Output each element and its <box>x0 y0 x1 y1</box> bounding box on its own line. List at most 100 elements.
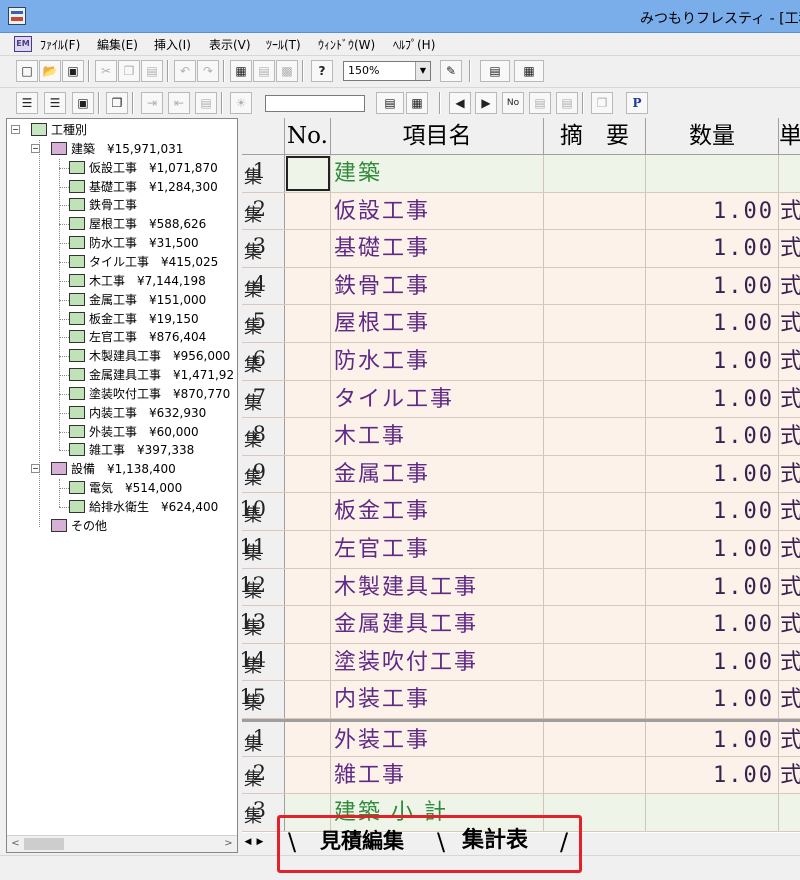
cell-item-name[interactable]: 金属建具工事 <box>331 606 544 643</box>
cell-item-name[interactable]: 外装工事 <box>331 722 544 756</box>
tree-item[interactable]: 板金工事 ¥19,150 <box>69 310 233 328</box>
header-no[interactable]: No. <box>285 118 331 155</box>
tree-item[interactable]: タイル工事 ¥415,025 <box>69 253 233 271</box>
cell-item-name[interactable]: 左官工事 <box>331 531 544 568</box>
cell-unit[interactable]: 式 <box>779 756 800 794</box>
tree-item[interactable]: 木製建具工事 ¥956,000 <box>69 347 233 365</box>
table-row[interactable]: 集 6 防水工事 1.00 式 <box>242 343 800 381</box>
row-header[interactable]: 集6 <box>242 343 285 380</box>
table-row[interactable]: 集 2 雑工事 1.00 式 <box>242 756 800 795</box>
cell-item-name[interactable]: 金属工事 <box>331 455 544 493</box>
cell-unit[interactable]: 式 <box>779 192 800 230</box>
cell-quantity[interactable]: 1.00 <box>646 756 779 794</box>
cell-no[interactable] <box>285 418 331 455</box>
tree-item[interactable]: 外装工事 ¥60,000 <box>69 423 233 441</box>
cell-item-name[interactable]: タイル工事 <box>331 380 544 418</box>
menu-edit[interactable]: 編集(E) <box>97 36 138 53</box>
cell-item-name[interactable]: 建築 <box>331 155 544 192</box>
cell-memo[interactable] <box>544 380 646 418</box>
menu-tools[interactable]: ﾂｰﾙ(T) <box>266 36 301 53</box>
table-row[interactable]: 集 3 建築 小 計 <box>242 794 800 832</box>
cell-quantity[interactable]: 1.00 <box>646 343 779 380</box>
cell-unit[interactable]: 式 <box>779 568 800 606</box>
cell-memo[interactable] <box>544 531 646 568</box>
cell-item-name[interactable]: 木工事 <box>331 418 544 455</box>
table-row[interactable]: 集 4 鉄骨工事 1.00 式 <box>242 267 800 306</box>
app-logo-icon[interactable] <box>8 7 26 25</box>
row-header[interactable]: 集1 <box>242 155 285 192</box>
cell-no[interactable] <box>285 643 331 681</box>
page-prev-icon[interactable]: ◀ <box>449 92 471 114</box>
row-header[interactable]: 集10 <box>242 493 285 530</box>
paste-icon[interactable]: ▤ <box>141 60 163 82</box>
row-header[interactable]: 集9 <box>242 455 285 493</box>
indent-icon[interactable]: ⇥ <box>141 92 163 114</box>
cell-quantity[interactable]: 1.00 <box>646 681 779 718</box>
row-header[interactable]: 集11 <box>242 531 285 568</box>
table-row[interactable]: 集14 塗装吹付工事 1.00式 <box>242 643 800 682</box>
row-header[interactable]: 集4 <box>242 267 285 305</box>
table-row[interactable]: 集 3 基礎工事 1.00 式 <box>242 230 800 268</box>
tree-item[interactable]: 給排水衛生 ¥624,400 <box>69 498 233 516</box>
new-file-icon[interactable]: □ <box>16 60 38 82</box>
cell-unit[interactable]: 式 <box>779 230 800 267</box>
cell-unit[interactable]: 式 <box>779 531 800 568</box>
cell-memo[interactable] <box>544 192 646 230</box>
zoom-select[interactable]: 150% ▼ <box>343 61 431 81</box>
document-menu-icon[interactable]: EM <box>14 36 32 52</box>
tree-horizontal-scrollbar[interactable]: < > <box>7 835 237 852</box>
cell-unit[interactable]: 式 <box>779 681 800 718</box>
tree-item[interactable]: 雑工事 ¥397,338 <box>69 441 233 459</box>
page-next-icon[interactable]: ▶ <box>475 92 497 114</box>
cell-no[interactable] <box>285 756 331 794</box>
cut-icon[interactable]: ✂ <box>95 60 117 82</box>
table-row[interactable]: 集 8 木工事 1.00 式 <box>242 418 800 456</box>
tree-item[interactable]: 左官工事 ¥876,404 <box>69 328 233 346</box>
cell-item-name[interactable]: 鉄骨工事 <box>331 267 544 305</box>
menu-insert[interactable]: 挿入(I) <box>154 36 191 53</box>
open-folder-icon[interactable]: 📂 <box>39 60 61 82</box>
table-view-icon[interactable]: ▦ <box>514 60 544 82</box>
cell-no[interactable] <box>285 493 331 530</box>
cell-no[interactable] <box>285 380 331 418</box>
gather-icon[interactable]: ▦ <box>406 92 428 114</box>
document-copy-icon[interactable]: ▤ <box>556 92 578 114</box>
header-unit[interactable]: 単 <box>779 118 800 155</box>
cell-item-name[interactable]: 木製建具工事 <box>331 568 544 606</box>
tree-item[interactable]: 木工事 ¥7,144,198 <box>69 272 233 290</box>
tree-item[interactable]: 基礎工事 ¥1,284,300 <box>69 178 233 196</box>
cell-no[interactable] <box>285 455 331 493</box>
header-memo[interactable]: 摘 要 <box>544 118 646 155</box>
tab-first-icon[interactable]: ◀ <box>242 835 254 849</box>
cell-quantity[interactable]: 1.00 <box>646 267 779 305</box>
tree-category[interactable]: − 設備 ¥1,138,400 <box>31 460 233 478</box>
cell-memo[interactable] <box>544 343 646 380</box>
cell-no[interactable] <box>285 794 331 831</box>
cell-quantity[interactable] <box>646 794 779 831</box>
tree-category[interactable]: − 建築 ¥15,971,031 <box>31 140 233 158</box>
cell-no[interactable] <box>285 568 331 606</box>
cell-no[interactable] <box>285 606 331 643</box>
preview-icon[interactable]: ▤ <box>253 60 275 82</box>
table-row[interactable]: 集12 木製建具工事 1.00式 <box>242 568 800 607</box>
cell-unit[interactable]: 式 <box>779 606 800 643</box>
row-header[interactable]: 集7 <box>242 380 285 418</box>
cell-item-name[interactable]: 基礎工事 <box>331 230 544 267</box>
row-header[interactable]: 集2 <box>242 756 285 794</box>
table-row[interactable]: 集 1 建築 <box>242 155 800 193</box>
list-mark-icon[interactable]: ☰ <box>44 92 66 114</box>
copy-icon[interactable]: ❐ <box>118 60 140 82</box>
table-row[interactable]: 集15 内装工事 1.00式 <box>242 681 800 719</box>
row-header[interactable]: 集15 <box>242 681 285 718</box>
cell-quantity[interactable]: 1.00 <box>646 230 779 267</box>
cell-unit[interactable]: 式 <box>779 643 800 681</box>
row-header[interactable]: 集8 <box>242 418 285 455</box>
cell-memo[interactable] <box>544 606 646 643</box>
light-icon[interactable]: ☀ <box>230 92 252 114</box>
table-row[interactable]: 集11 左官工事 1.00式 <box>242 531 800 569</box>
redo-icon[interactable]: ↷ <box>197 60 219 82</box>
cell-no[interactable] <box>285 305 331 342</box>
cell-quantity[interactable]: 1.00 <box>646 380 779 418</box>
cell-item-name[interactable]: 内装工事 <box>331 681 544 718</box>
cell-no[interactable] <box>285 722 331 756</box>
